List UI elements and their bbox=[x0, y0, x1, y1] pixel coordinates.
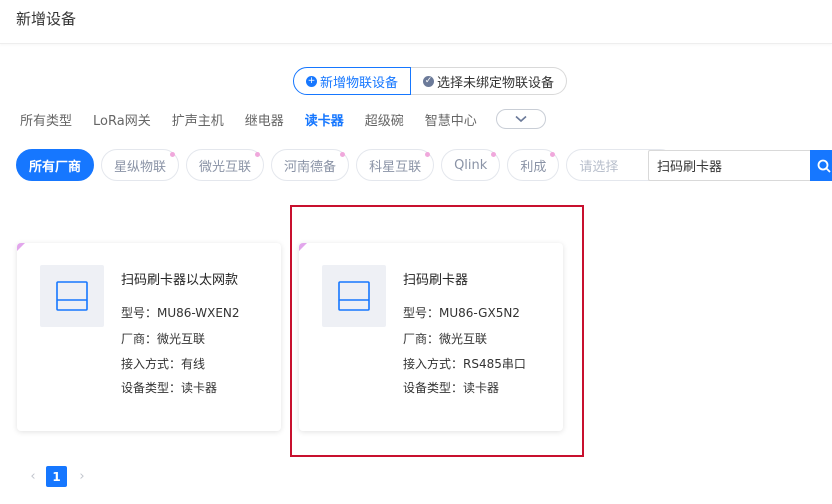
vendor-pill[interactable]: 利成 bbox=[507, 149, 560, 181]
device-vendor: 厂商：微光互联 bbox=[403, 332, 488, 346]
device-type: 设备类型：读卡器 bbox=[403, 381, 500, 395]
card-corner-mark bbox=[17, 243, 25, 251]
vendor-pill[interactable]: 河南德备 bbox=[271, 149, 350, 181]
device-vendor: 厂商：微光互联 bbox=[121, 332, 206, 346]
vendor-label: 河南德备 bbox=[284, 159, 337, 175]
mode-toggle: + 新增物联设备 ✓ 选择未绑定物联设备 bbox=[293, 67, 568, 95]
device-card-title: 扫码刷卡器以太网款 bbox=[121, 273, 239, 288]
search-icon bbox=[817, 159, 831, 173]
search-input[interactable] bbox=[648, 150, 810, 181]
page-header: 新增设备 bbox=[0, 0, 832, 44]
device-thumbnail bbox=[40, 265, 104, 327]
vendor-badge-dot bbox=[491, 152, 497, 157]
chevron-right-icon[interactable]: › bbox=[75, 469, 89, 484]
tab-relay[interactable]: 继电器 bbox=[245, 110, 284, 129]
expand-types-button[interactable] bbox=[495, 109, 546, 129]
vendor-filter: 所有厂商 星纵物联 微光互联 河南德备 科星互联 Qlink 利成 请选择 bbox=[16, 149, 677, 181]
vendor-all[interactable]: 所有厂商 bbox=[16, 149, 95, 181]
vendor-label: Qlink bbox=[454, 157, 488, 173]
vendor-badge-dot bbox=[340, 152, 346, 157]
vendor-label: 科星互联 bbox=[369, 159, 422, 175]
page-title: 新增设备 bbox=[16, 10, 77, 28]
chevron-left-icon[interactable]: ‹ bbox=[26, 469, 40, 484]
device-type-tabs: 所有类型 LoRa网关 扩声主机 继电器 读卡器 超级碗 智慧中心 bbox=[20, 108, 546, 130]
chevron-down-icon bbox=[515, 115, 527, 123]
vendor-label: 利成 bbox=[520, 159, 547, 175]
device-thumbnail bbox=[322, 265, 386, 327]
vendor-label: 星纵物联 bbox=[114, 159, 167, 175]
page-number-current[interactable]: 1 bbox=[46, 466, 67, 487]
device-card[interactable]: 扫码刷卡器 型号：MU86-GX5N2 厂商：微光互联 接入方式：RS485串口… bbox=[299, 243, 563, 431]
vendor-label: 微光互联 bbox=[199, 159, 252, 175]
vendor-pill[interactable]: 微光互联 bbox=[186, 149, 265, 181]
search-bar bbox=[648, 150, 832, 181]
select-unbound-device-button[interactable]: ✓ 选择未绑定物联设备 bbox=[411, 67, 568, 95]
card-reader-icon bbox=[338, 281, 370, 311]
plus-circle-icon: + bbox=[306, 75, 317, 87]
device-model: 型号：MU86-GX5N2 bbox=[403, 306, 520, 320]
tab-amplifier-host[interactable]: 扩声主机 bbox=[172, 110, 224, 129]
device-type: 设备类型：读卡器 bbox=[121, 381, 218, 395]
device-card[interactable]: 扫码刷卡器以太网款 型号：MU86-WXEN2 厂商：微光互联 接入方式：有线 … bbox=[17, 243, 281, 431]
card-corner-mark bbox=[299, 243, 307, 251]
check-circle-icon: ✓ bbox=[423, 75, 435, 87]
vendor-pill[interactable]: 星纵物联 bbox=[101, 149, 180, 181]
add-iot-device-label: 新增物联设备 bbox=[320, 75, 399, 91]
add-iot-device-button[interactable]: + 新增物联设备 bbox=[293, 67, 412, 95]
tab-super-bowl[interactable]: 超级碗 bbox=[365, 110, 404, 129]
tab-lora-gateway[interactable]: LoRa网关 bbox=[93, 110, 151, 129]
vendor-pill[interactable]: 科星互联 bbox=[356, 149, 435, 181]
tab-all-types[interactable]: 所有类型 bbox=[20, 110, 72, 129]
tab-card-reader[interactable]: 读卡器 bbox=[305, 110, 344, 129]
vendor-select-placeholder: 请选择 bbox=[579, 159, 619, 175]
select-unbound-device-label: 选择未绑定物联设备 bbox=[437, 75, 555, 91]
vendor-badge-dot bbox=[425, 152, 431, 157]
device-access: 接入方式：RS485串口 bbox=[403, 357, 526, 371]
vendor-badge-dot bbox=[550, 152, 556, 157]
pagination: ‹ 1 › bbox=[26, 466, 89, 487]
tab-smart-center[interactable]: 智慧中心 bbox=[425, 110, 477, 129]
device-access: 接入方式：有线 bbox=[121, 357, 206, 371]
vendor-pill[interactable]: Qlink bbox=[441, 149, 501, 181]
search-button[interactable] bbox=[810, 150, 832, 181]
vendor-badge-dot bbox=[170, 152, 176, 157]
device-model: 型号：MU86-WXEN2 bbox=[121, 306, 240, 320]
card-reader-icon bbox=[56, 281, 88, 311]
device-card-title: 扫码刷卡器 bbox=[403, 273, 469, 288]
vendor-badge-dot bbox=[255, 152, 261, 157]
